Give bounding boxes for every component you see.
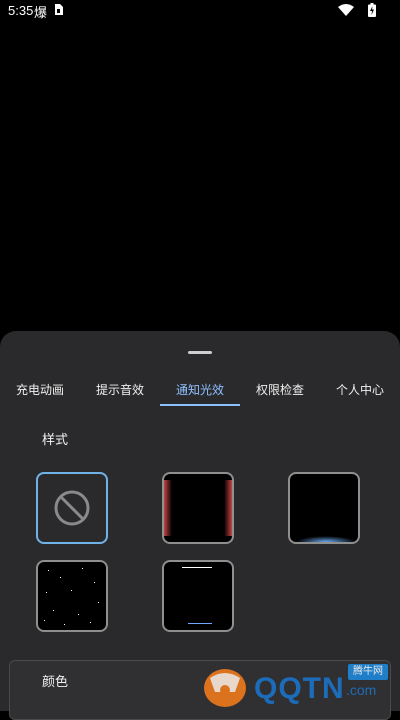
star-dot — [53, 610, 54, 611]
style-option-red-edge-glow[interactable] — [162, 472, 234, 544]
app-notification-icon: 爆 — [34, 6, 48, 21]
watermark-suffix: .com — [346, 682, 377, 698]
red-glow-left-edge — [164, 480, 172, 536]
star-dot — [71, 590, 72, 591]
star-dot — [94, 582, 95, 583]
star-dot — [82, 568, 83, 569]
star-dot — [90, 622, 91, 623]
light-line-bottom — [188, 623, 212, 624]
qqtn-logo-icon — [204, 669, 246, 707]
tab-charging-animation[interactable]: 充电动画 — [0, 375, 80, 409]
style-option-top-bottom-lines[interactable] — [162, 560, 234, 632]
color-label: 颜色 — [42, 674, 69, 689]
star-dot — [48, 570, 49, 571]
bottom-sheet: 充电动画 提示音效 通知光效 权限检查 个人中心 样式 颜色 — [0, 331, 400, 720]
star-dot — [98, 602, 99, 603]
watermark: QQTN .com 腾牛网 — [200, 658, 400, 711]
tab-notification-sound[interactable]: 提示音效 — [80, 375, 160, 409]
tab-profile[interactable]: 个人中心 — [320, 375, 400, 409]
blue-glow-bottom — [296, 536, 356, 542]
drag-handle[interactable] — [188, 351, 212, 354]
section-title-style: 样式 — [42, 432, 69, 447]
sim-card-icon — [55, 4, 63, 15]
red-glow-right-edge — [224, 480, 232, 536]
star-dot — [46, 592, 47, 593]
style-option-none[interactable] — [36, 472, 108, 544]
watermark-text: QQTN — [254, 672, 345, 705]
star-dot — [64, 624, 65, 625]
style-option-starfield[interactable] — [36, 560, 108, 632]
status-time: 5:35 — [8, 3, 34, 18]
light-line-top — [182, 567, 212, 568]
star-dot — [60, 577, 61, 578]
prohibited-icon — [54, 490, 90, 526]
status-bar: 5:35 爆 — [0, 0, 400, 24]
star-dot — [44, 620, 45, 621]
watermark-badge: 腾牛网 — [348, 664, 388, 680]
wifi-icon — [338, 4, 354, 16]
style-option-blue-bottom-glow[interactable] — [288, 472, 360, 544]
star-dot — [78, 614, 79, 615]
battery-charging-icon — [368, 3, 376, 17]
tab-permission-check[interactable]: 权限检查 — [240, 375, 320, 409]
active-tab-indicator — [160, 404, 240, 406]
